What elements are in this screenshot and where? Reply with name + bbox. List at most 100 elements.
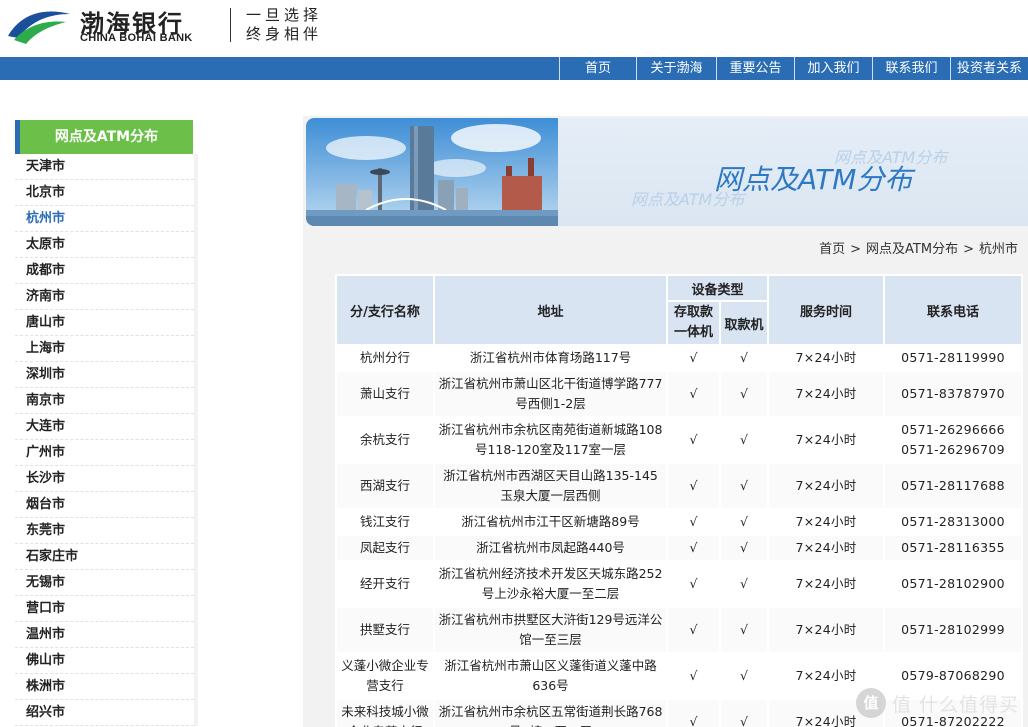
sidebar-city-item[interactable]: 成都市 — [15, 258, 194, 284]
breadcrumb-link[interactable]: 杭州市 — [979, 242, 1018, 257]
breadcrumb: 首页 > 网点及ATM分布 > 杭州市 — [819, 238, 1018, 257]
sidebar-city-item[interactable]: 株洲市 — [15, 674, 194, 700]
sidebar-city-item[interactable]: 唐山市 — [15, 310, 194, 336]
device-atm-cell: √ — [718, 416, 770, 464]
table-row: 杭州分行 浙江省杭州市体育场路117号 √ √ 7×24小时 0571-28119990 — [335, 344, 1024, 372]
slogan-line-1: 一旦选择 — [246, 6, 323, 24]
branch-name-cell: 萧山支行 — [335, 370, 435, 418]
sidebar-city-item[interactable]: 深圳市 — [15, 362, 194, 388]
address-cell: 浙江省杭州经济技术开发区天城东路252号上沙永裕大厦一至二层 — [433, 560, 668, 608]
branch-name-cell: 拱墅支行 — [335, 606, 435, 654]
page-banner: 网点及ATM分布 网点及ATM分布 网点及ATM分布 — [306, 118, 1028, 226]
sidebar-city-item[interactable]: 上海市 — [15, 336, 194, 362]
hours-cell: 7×24小时 — [767, 370, 886, 418]
nav-item[interactable]: 重要公告 — [716, 57, 794, 80]
device-atm-cell: √ — [718, 462, 770, 510]
phone-cell: 0571-28119990 — [883, 344, 1024, 372]
sidebar-city-item[interactable]: 石家庄市 — [15, 544, 194, 570]
slogan: 一旦选择 终身相伴 — [246, 6, 322, 44]
site-header: 渤海银行 CHINA BOHAI BANK 一旦选择 终身相伴 — [0, 0, 1028, 56]
hours-cell: 7×24小时 — [767, 344, 886, 372]
branch-name-cell: 西湖支行 — [335, 462, 435, 510]
device-atm-cell: √ — [718, 534, 770, 562]
bank-logo[interactable]: 渤海银行 CHINA BOHAI BANK — [4, 2, 224, 50]
address-cell: 浙江省杭州市萧山区北干街道博学路777号西侧1-2层 — [433, 370, 668, 418]
sidebar-city-item[interactable]: 长沙市 — [15, 466, 194, 492]
address-cell: 浙江省杭州市萧山区义蓬街道义蓬中路636号 — [433, 652, 668, 700]
col-header-name: 分/支行名称 — [335, 274, 435, 346]
sidebar-city-item[interactable]: 绍兴市 — [15, 700, 194, 726]
main-content: 网点及ATM分布 网点及ATM分布 网点及ATM分布 首页 > 网点及ATM分布 > 杭… — [303, 116, 1028, 727]
watermark: 值 值 什么值得买 — [856, 686, 1019, 720]
slogan-line-2: 终身相伴 — [246, 25, 323, 43]
address-cell: 浙江省杭州市体育场路117号 — [433, 344, 668, 372]
device-atm-cell: √ — [718, 370, 770, 418]
watermark-text: 值 什么值得买 — [892, 693, 1020, 716]
nav-item[interactable]: 投资者关系 — [950, 57, 1028, 80]
banner-title: 网点及ATM分布 — [714, 163, 913, 196]
hours-cell: 7×24小时 — [767, 534, 886, 562]
device-deposit-atm-cell: √ — [666, 370, 721, 418]
sidebar-city-item[interactable]: 营口市 — [15, 596, 194, 622]
device-deposit-atm-cell: √ — [666, 508, 721, 536]
address-cell: 浙江省杭州市江干区新塘路89号 — [433, 508, 668, 536]
branch-table: 分/支行名称 地址 设备类型 服务时间 联系电话 存取款一体机 取款机 杭州分行… — [335, 274, 1024, 727]
branch-name-cell: 杭州分行 — [335, 344, 435, 372]
device-deposit-atm-cell: √ — [666, 606, 721, 654]
city-sidebar: 网点及ATM分布 天津市 北京市 杭州市 太原市 成都市 济南市 唐山市 上海市 深圳市 南京市大… — [15, 120, 198, 727]
device-atm-cell: √ — [718, 652, 770, 700]
breadcrumb-link[interactable]: 网点及ATM分布 — [866, 242, 958, 257]
hours-cell: 7×24小时 — [767, 416, 886, 464]
device-atm-cell: √ — [718, 698, 770, 727]
col-header-device-type: 设备类型 — [665, 274, 770, 302]
branch-name-cell: 凤起支行 — [335, 534, 435, 562]
device-deposit-atm-cell: √ — [666, 560, 721, 608]
branch-name-cell: 未来科技城小微企业专营支行 — [335, 698, 435, 727]
hours-cell: 7×24小时 — [767, 606, 886, 654]
sidebar-city-item[interactable]: 天津市 — [15, 154, 194, 180]
table-row: 余杭支行 浙江省杭州市余杭区南苑街道新城路108号118-120室及117室一层 √… — [335, 416, 1024, 464]
address-cell: 浙江省杭州市西湖区天目山路135-145玉泉大厦一层西侧 — [433, 462, 668, 510]
device-atm-cell: √ — [718, 606, 770, 654]
sidebar-city-item[interactable]: 广州市 — [15, 440, 194, 466]
breadcrumb-separator: > — [963, 242, 974, 257]
phone-cell: 0571-28116355 — [883, 534, 1024, 562]
col-header-hours: 服务时间 — [767, 274, 886, 346]
nav-item[interactable]: 加入我们 — [794, 57, 872, 80]
phone-cell: 0571-28102900 — [883, 560, 1024, 608]
sidebar-city-item[interactable]: 太原市 — [15, 232, 194, 258]
sidebar-city-item[interactable]: 无锡市 — [15, 570, 194, 596]
sidebar-city-item[interactable]: 济南市 — [15, 284, 194, 310]
main-nav: 首页 关于渤海 重要公告 加入我们 联系我们 投资者关系 — [0, 57, 1028, 80]
hours-cell: 7×24小时 — [767, 560, 886, 608]
sidebar-city-item[interactable]: 南京市 — [15, 388, 194, 414]
breadcrumb-separator: > — [850, 242, 862, 257]
device-deposit-atm-cell: √ — [666, 416, 721, 464]
sidebar-city-item[interactable]: 东莞市 — [15, 518, 194, 544]
table-row: 西湖支行 浙江省杭州市西湖区天目山路135-145玉泉大厦一层西侧 √ √ 7×24小时… — [335, 462, 1024, 510]
phone-cell: 0571-28117688 — [883, 462, 1024, 510]
nav-item[interactable]: 联系我们 — [872, 57, 950, 80]
address-cell: 浙江省杭州市余杭区南苑街道新城路108号118-120室及117室一层 — [433, 416, 668, 464]
branch-name-cell: 余杭支行 — [335, 416, 435, 464]
phone-cell: 0571-28313000 — [883, 508, 1024, 536]
sidebar-city-item[interactable]: 北京市 — [15, 180, 194, 206]
sidebar-city-item[interactable]: 温州市 — [15, 622, 194, 648]
sidebar-city-item[interactable]: 大连市 — [15, 414, 194, 440]
nav-item[interactable]: 首页 — [559, 57, 636, 80]
sidebar-city-item[interactable]: 杭州市 — [15, 206, 194, 232]
sidebar-city-item[interactable]: 佛山市 — [15, 648, 194, 674]
nav-item[interactable]: 关于渤海 — [636, 57, 716, 80]
sidebar-city-item[interactable]: 烟台市 — [15, 492, 194, 518]
hours-cell: 7×24小时 — [767, 462, 886, 510]
branch-name-cell: 义蓬小微企业专营支行 — [335, 652, 435, 700]
address-cell: 浙江省杭州市凤起路440号 — [433, 534, 668, 562]
device-deposit-atm-cell: √ — [666, 344, 721, 372]
device-deposit-atm-cell: √ — [666, 462, 721, 510]
table-row: 凤起支行 浙江省杭州市凤起路440号 √ √ 7×24小时 0571-28116355 — [335, 534, 1024, 562]
device-deposit-atm-cell: √ — [666, 652, 721, 700]
table-row: 钱江支行 浙江省杭州市江干区新塘路89号 √ √ 7×24小时 0571-28313000 — [335, 508, 1024, 536]
breadcrumb-link[interactable]: 首页 — [819, 242, 845, 257]
col-header-device-atm: 取款机 — [718, 300, 770, 346]
col-header-phone: 联系电话 — [883, 274, 1024, 346]
